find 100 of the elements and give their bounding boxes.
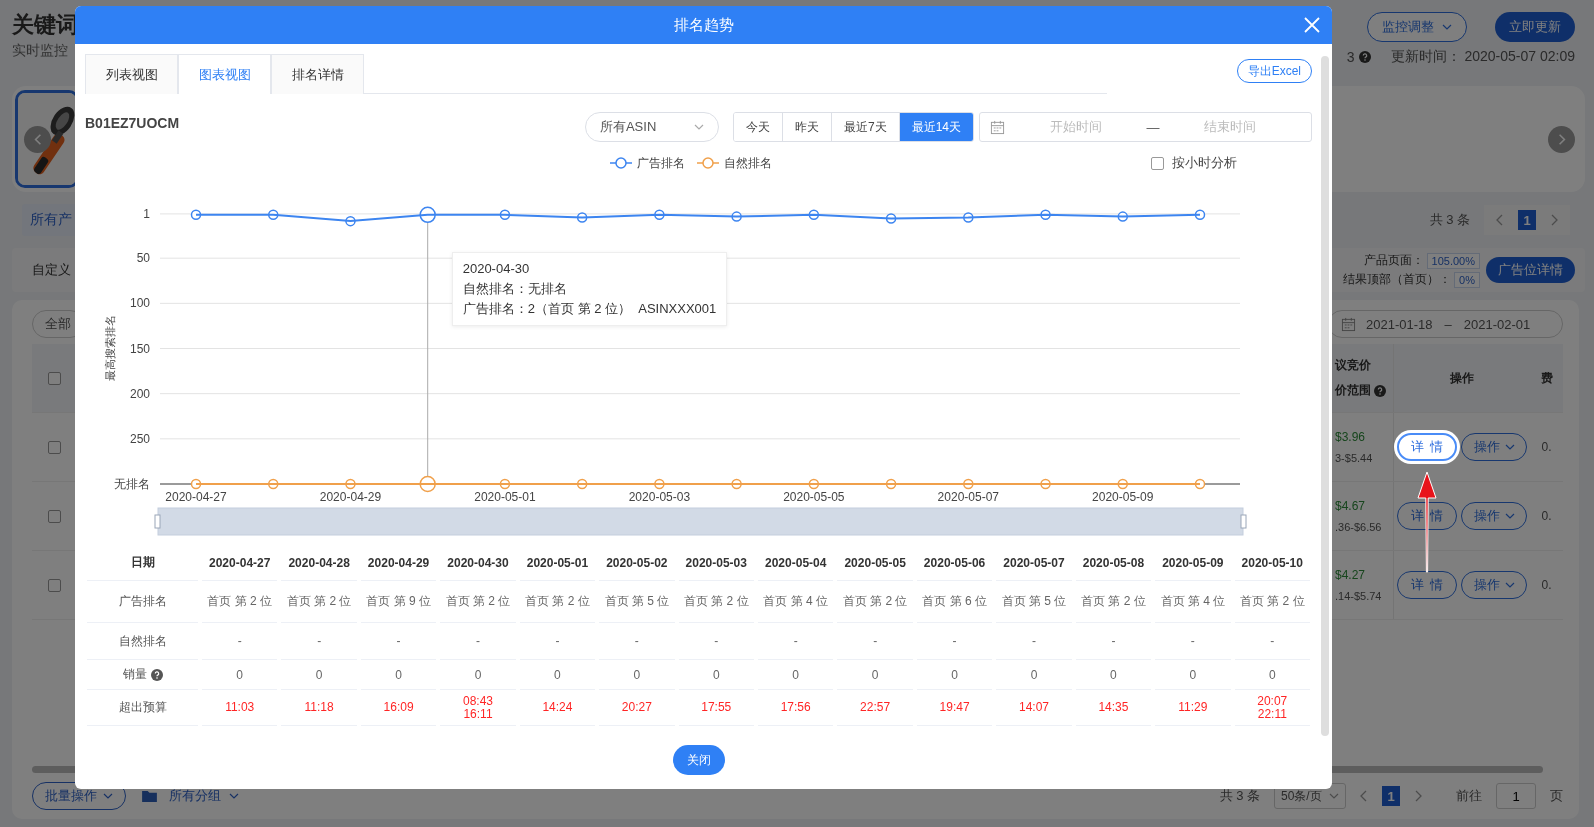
data-point[interactable]	[419, 475, 436, 493]
time-value: 14:24	[542, 701, 573, 714]
data-point[interactable]	[1117, 478, 1128, 490]
data-point[interactable]	[1194, 478, 1206, 490]
legend-label[interactable]: 自然排名	[724, 154, 772, 172]
view-tab[interactable]: 图表视图	[178, 54, 271, 94]
data-point[interactable]	[808, 478, 820, 490]
data-point[interactable]	[1194, 209, 1206, 221]
time-value: 11:18	[304, 701, 334, 714]
data-point[interactable]	[731, 478, 742, 490]
data-point[interactable]	[499, 209, 511, 221]
data-point[interactable]	[654, 478, 665, 490]
checkbox[interactable]	[1151, 156, 1164, 170]
data-point[interactable]	[731, 211, 742, 222]
data-point[interactable]	[190, 478, 202, 490]
column-header: 2020-05-04	[758, 545, 834, 581]
data-point[interactable]	[963, 212, 974, 223]
axis-label: 1	[143, 206, 150, 221]
data-point[interactable]	[963, 478, 974, 490]
table-cell: 首页 第 9 位	[360, 581, 437, 623]
view-tab[interactable]: 列表视图	[85, 54, 178, 94]
table-cell: -	[202, 623, 278, 660]
table-cell: 首页 第 2 位	[281, 581, 357, 623]
data-point[interactable]	[885, 478, 897, 490]
count-text: 3	[1346, 49, 1355, 65]
table-cell: 首页 第 4 位	[758, 581, 834, 623]
chevron-left-icon[interactable]	[1360, 790, 1368, 802]
table-cell: -	[1155, 623, 1231, 660]
data-point[interactable]	[419, 206, 436, 224]
update-button[interactable]: 立即更新	[1495, 12, 1575, 42]
range-slider[interactable]	[154, 507, 1247, 536]
table-cell: -	[1075, 623, 1152, 660]
table-cell: 0	[519, 660, 596, 690]
table-cell: 首页 第 2 位	[678, 581, 754, 623]
close-icon[interactable]	[1304, 17, 1320, 33]
table-cell: -	[678, 623, 754, 660]
data-point[interactable]	[345, 478, 356, 490]
actions-dropdown[interactable]: 操作	[1461, 502, 1527, 530]
page-button[interactable]: 1	[1382, 786, 1400, 806]
date-range-field[interactable]: 开始时间 — 结束时间	[979, 112, 1312, 142]
column-header: 2020-04-28	[281, 545, 357, 581]
placement-button[interactable]: 广告位详情	[1486, 257, 1575, 283]
page-input[interactable]: 1	[1496, 783, 1536, 809]
data-point[interactable]	[576, 478, 588, 490]
checkbox-label[interactable]: 按小时分析	[1172, 154, 1237, 172]
next-button[interactable]	[1548, 125, 1575, 153]
chevron-left-icon[interactable]	[1496, 214, 1504, 226]
time-value: 22:57	[860, 701, 891, 714]
checkbox[interactable]	[47, 509, 61, 523]
chevron-right-icon[interactable]	[1550, 214, 1558, 226]
time-value: 22:11	[1257, 707, 1287, 721]
data-point[interactable]	[885, 213, 897, 224]
axis-label: 100	[129, 296, 150, 311]
checkbox[interactable]	[47, 371, 61, 385]
monitor-dropdown[interactable]: 监控调整	[1367, 12, 1467, 42]
close-button[interactable]: 关闭	[672, 745, 725, 775]
chevron-right-icon[interactable]	[1414, 790, 1422, 802]
column-header: 2020-05-10	[1234, 545, 1310, 581]
data-point[interactable]	[1040, 478, 1051, 490]
caret-icon	[1504, 513, 1515, 519]
scrollbar[interactable]	[1321, 56, 1329, 736]
data-point[interactable]	[190, 209, 202, 221]
axis-label: 2020-04-29	[319, 490, 382, 504]
time-value: 08:43	[462, 694, 493, 708]
column-header: 议竞价	[1335, 357, 1372, 374]
actions-dropdown[interactable]: 操作	[1461, 571, 1527, 599]
legend-label[interactable]: 广告排名	[637, 154, 685, 172]
export-button[interactable]: 导出Excel	[1236, 59, 1312, 83]
data-point[interactable]	[499, 478, 511, 490]
data-point[interactable]	[345, 215, 356, 227]
table-cell: 0	[281, 660, 357, 690]
asin-select[interactable]: 所有ASIN	[584, 112, 719, 142]
range-tab[interactable]: 最近14天	[899, 113, 973, 141]
data-point[interactable]	[268, 209, 279, 221]
table-cell: -	[360, 623, 437, 660]
column-header: 2020-05-01	[519, 545, 596, 581]
details-button[interactable]: 详情	[1397, 571, 1457, 599]
page-button[interactable]: 1	[1518, 210, 1536, 230]
data-point[interactable]	[808, 209, 820, 221]
table-cell: 首页 第 2 位	[1075, 581, 1152, 623]
table-cell: -	[440, 623, 516, 660]
tooltip-text: 广告排名：2（首页 第 2 位） ASINXXX001	[462, 300, 717, 318]
view-tab[interactable]: 排名详情	[271, 54, 364, 94]
data-point[interactable]	[654, 209, 665, 221]
table-cell: 0	[916, 660, 993, 690]
data-point[interactable]	[576, 212, 588, 223]
table-cell: 0	[678, 660, 754, 690]
checkbox[interactable]	[47, 578, 61, 592]
data-point[interactable]	[268, 478, 279, 490]
time-value: 17:55	[701, 701, 732, 714]
page-unit: 页	[1550, 787, 1563, 805]
range-tab[interactable]: 今天	[733, 113, 783, 141]
data-point[interactable]	[1117, 211, 1128, 222]
actions-dropdown[interactable]: 操作	[1461, 433, 1527, 461]
tooltip-date: 2020-04-30	[462, 260, 531, 278]
checkbox[interactable]	[47, 440, 61, 454]
data-point[interactable]	[1040, 209, 1051, 221]
details-button[interactable]: 详情	[1397, 433, 1457, 461]
table-cell: 首页 第 4 位	[1155, 581, 1231, 623]
details-button[interactable]: 详情	[1397, 502, 1457, 530]
